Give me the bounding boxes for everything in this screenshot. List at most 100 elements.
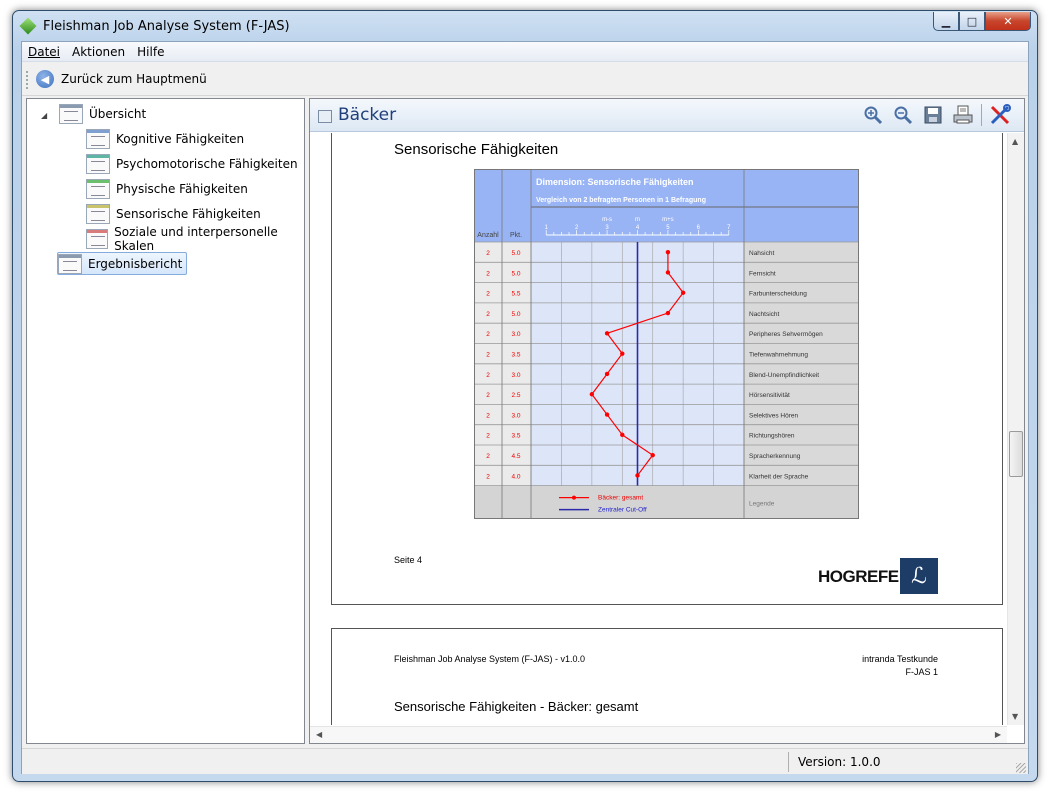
save-icon[interactable] [921,103,945,127]
report-page-5: Fleishman Job Analyse System (F-JAS) - v… [331,628,1003,725]
tree-collapse-icon[interactable]: ◢ [41,111,47,120]
tree-item-physical[interactable]: Physische Fähigkeiten [86,178,248,200]
chart-subtitle: Vergleich von 2 befragten Personen in 1 … [536,197,706,204]
tree-item-label: Psychomotorische Fähigkeiten [116,157,298,171]
document-icon [318,110,332,123]
series-point [604,331,610,336]
row-count: 2 [486,250,490,257]
version-label: Version: 1.0.0 [798,755,881,769]
report-icon [58,253,82,274]
maximize-button[interactable]: □ [959,12,985,31]
zoom-out-icon[interactable] [891,103,915,127]
page-product: F-JAS 1 [905,667,938,677]
report-viewer: Bäcker Sensorische Fähigkeiten Dimension… [309,98,1025,744]
page-section-title: Sensorische Fähigkeiten - Bäcker: gesamt [394,699,639,714]
toolbar-separator [981,104,982,126]
legend-cutoff-label: Zentraler Cut-Off [598,507,647,514]
back-arrow-icon[interactable]: ◀ [36,70,54,88]
tree-item-label: Übersicht [89,107,147,121]
row-count: 2 [486,412,490,419]
title-bar[interactable]: Fleishman Job Analyse System (F-JAS) ▁ □… [13,11,1037,41]
toolbar: ◀ Zurück zum Hauptmenü [22,63,1028,96]
row-points: 3.5 [511,433,520,440]
row-count: 2 [486,473,490,480]
row-label: Nahsicht [749,250,774,257]
row-points: 3.5 [511,352,520,359]
row-points: 5.0 [511,270,520,277]
row-label: Richtungshören [749,433,795,440]
zoom-in-icon[interactable] [861,103,885,127]
app-icon [19,17,37,35]
application-window: Fleishman Job Analyse System (F-JAS) ▁ □… [12,10,1038,782]
series-point [604,371,610,377]
row-points: 3.0 [511,372,520,379]
tools-icon[interactable] [988,103,1012,127]
row-count: 2 [486,372,490,379]
scroll-down-icon[interactable]: ▼ [1012,712,1018,721]
scroll-left-icon[interactable]: ◀ [316,730,322,739]
scroll-right-icon[interactable]: ▶ [995,730,1001,739]
column-header-points: Pkt. [510,232,522,239]
tree-item-label: Ergebnisbericht [88,256,183,271]
document-scroll-area[interactable]: Sensorische Fähigkeiten Dimension: Senso… [310,133,1007,725]
horizontal-scrollbar[interactable]: ◀ ▶ [310,726,1007,743]
row-points: 3.0 [511,331,520,338]
series-point [665,270,671,275]
row-points: 5.5 [511,291,520,298]
series-point [665,310,671,316]
row-label: Tiefenwahrnehmung [749,352,808,359]
document-title: Bäcker [338,105,397,125]
tree-item-social[interactable]: Soziale und interpersonelle Skalen [86,225,304,253]
menu-bar: Datei Aktionen Hilfe [22,42,1028,62]
menu-hilfe[interactable]: Hilfe [131,45,170,59]
row-points: 4.5 [511,453,520,460]
toolbar-grip[interactable] [26,71,28,89]
window-title: Fleishman Job Analyse System (F-JAS) [43,19,290,34]
row-count: 2 [486,352,490,359]
row-label: Nachtsicht [749,311,780,318]
tree-item-overview[interactable]: Übersicht [59,103,146,125]
status-separator [788,752,789,772]
menu-datei[interactable]: Datei [22,45,66,59]
scale-mean-label: m [635,217,640,223]
size-grip[interactable] [1016,763,1026,773]
page-system-name: Fleishman Job Analyse System (F-JAS) - v… [394,654,586,664]
scale-minus-s-label: m-s [602,217,612,223]
row-points: 5.0 [511,311,520,318]
tree-item-report[interactable]: Ergebnisbericht [57,252,188,275]
chart-legend-bg [474,485,859,519]
client-area: Datei Aktionen Hilfe ◀ Zurück zum Hauptm… [21,41,1029,774]
back-to-main-menu-button[interactable]: Zurück zum Hauptmenü [61,72,207,86]
row-points: 2.5 [511,392,520,399]
page-customer: intranda Testkunde [862,654,938,664]
tree-item-sensory[interactable]: Sensorische Fähigkeiten [86,203,261,225]
tree-item-cognitive[interactable]: Kognitive Fähigkeiten [86,128,244,150]
scale-plus-s-label: m+s [662,217,674,223]
document-icon [86,154,110,174]
tree-item-psychomotor[interactable]: Psychomotorische Fähigkeiten [86,153,298,175]
menu-aktionen[interactable]: Aktionen [66,45,131,59]
scroll-up-icon[interactable]: ▲ [1012,137,1018,146]
vertical-scrollbar[interactable]: ▲ ▼ [1007,133,1024,725]
legend-title: Legende [749,501,775,508]
page-section-title: Sensorische Fähigkeiten [394,141,559,158]
tree-item-label: Physische Fähigkeiten [116,182,248,196]
close-button[interactable]: ✕ [985,12,1031,31]
sensory-chart: Dimension: Sensorische Fähigkeiten Vergle… [474,169,859,519]
print-icon[interactable] [951,103,975,127]
row-count: 2 [486,453,490,460]
row-count: 2 [486,433,490,440]
minimize-button[interactable]: ▁ [933,12,959,31]
legend-series-label: Bäcker: gesamt [598,495,643,502]
row-count: 2 [486,270,490,277]
row-points: 4.0 [511,473,520,480]
document-icon [86,129,110,149]
row-count: 2 [486,392,490,399]
scroll-thumb[interactable] [1009,431,1023,477]
series-point [650,452,655,458]
series-point [665,249,671,255]
document-icon [86,179,110,199]
document-icon [86,229,109,249]
row-label: Farbunterscheidung [749,291,807,298]
row-label: Blend-Unempfindlichkeit [749,372,819,379]
